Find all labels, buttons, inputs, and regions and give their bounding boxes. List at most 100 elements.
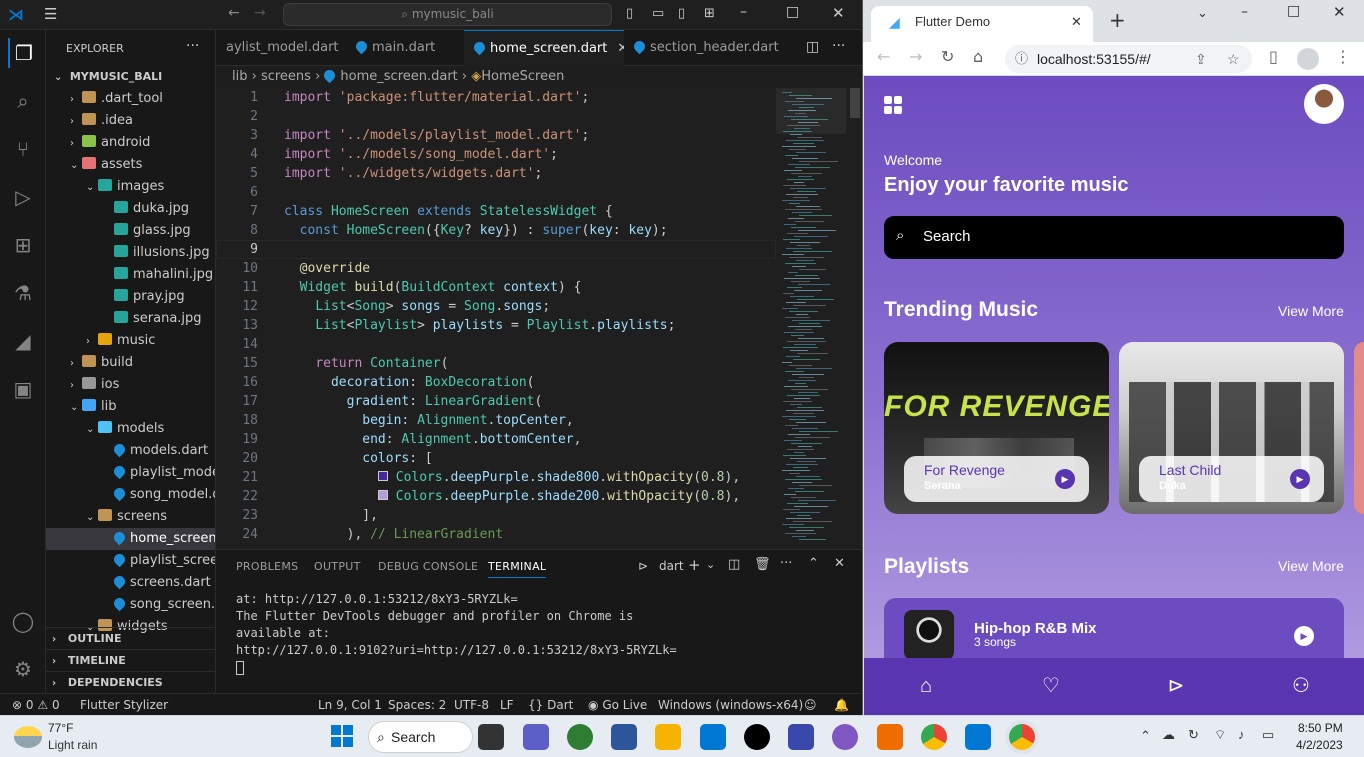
tree-item[interactable]: models.dart <box>46 440 215 462</box>
user-avatar[interactable] <box>1304 84 1344 124</box>
tree-item[interactable]: illusions.jpg <box>46 242 215 264</box>
extensions-icon[interactable]: ⊞ <box>8 230 38 260</box>
tree-item[interactable]: › music <box>46 330 215 352</box>
tree-item[interactable]: › .dart_tool <box>46 88 215 110</box>
more-actions-icon[interactable]: ··· <box>780 556 792 571</box>
feedback-icon[interactable]: ☺ <box>804 694 817 716</box>
app-icon[interactable] <box>788 724 814 750</box>
song-card[interactable]: FOR REVENGE For Revenge Serana ▶ <box>884 342 1109 514</box>
minimap[interactable] <box>776 88 846 548</box>
tree-item[interactable]: serana.jpg <box>46 308 215 330</box>
tab-main[interactable]: main.dart <box>346 30 464 66</box>
maximize-panel-icon[interactable]: ⌃ <box>808 556 819 571</box>
play-circle-icon[interactable]: ⊳ <box>1162 672 1190 700</box>
tree-item[interactable]: › .idea <box>46 110 215 132</box>
flutter-stylizer[interactable]: Flutter Stylizer <box>80 694 168 716</box>
editor-scrollbar[interactable] <box>850 88 860 118</box>
tree-item[interactable]: ⌄ lib <box>46 396 215 418</box>
tab-section-header[interactable]: section_header.dart <box>624 30 792 66</box>
tab-debug-console[interactable]: DEBUG CONSOLE <box>378 560 478 573</box>
tab-close-icon[interactable]: ✕ <box>1071 6 1082 38</box>
tree-item[interactable]: › ios <box>46 374 215 396</box>
tree-item[interactable]: › build <box>46 352 215 374</box>
home-icon[interactable]: ⌂ <box>912 672 940 700</box>
minimize-icon[interactable]: – <box>1241 4 1248 20</box>
vscode-icon[interactable] <box>965 724 991 750</box>
browser-tab[interactable]: ◢ Flutter Demo ✕ <box>871 6 1093 42</box>
timeline-section[interactable]: › TIMELINE <box>46 649 215 671</box>
project-root[interactable]: ⌄ MYMUSIC_BALI <box>46 66 215 88</box>
tiktok-icon[interactable] <box>744 724 770 750</box>
close-icon[interactable]: ✕ <box>1333 3 1346 21</box>
forward-arrow-icon[interactable]: → <box>254 5 266 21</box>
trash-icon[interactable]: 🗑 <box>754 557 771 572</box>
tree-item[interactable]: › android <box>46 132 215 154</box>
tab-playlist-model[interactable]: aylist_model.dart <box>216 30 346 66</box>
wifi-icon[interactable]: ⌔ <box>1214 727 1226 743</box>
tab-problems[interactable]: PROBLEMS <box>236 560 298 573</box>
heart-icon[interactable]: ♡ <box>1037 672 1065 700</box>
tree-item[interactable]: ⌄ screens <box>46 506 215 528</box>
app-icon[interactable] <box>832 724 858 750</box>
go-live[interactable]: ◉ Go Live <box>588 694 647 716</box>
maximize-icon[interactable]: □ <box>1287 3 1300 19</box>
tree-item[interactable]: song_model.dart <box>46 484 215 506</box>
customize-layout-icon[interactable]: ⊞ <box>704 6 715 21</box>
explorer-icon[interactable]: ❐ <box>8 38 38 68</box>
bell-icon[interactable]: 🔔 <box>834 694 849 716</box>
chevron-down-icon[interactable]: ⌄ <box>1197 6 1208 21</box>
minimize-icon[interactable]: – <box>740 4 747 20</box>
cursor-position[interactable]: Ln 9, Col 1 <box>318 694 382 716</box>
address-bar[interactable]: ⓘ localhost:53155/#/ ⇪ ☆ <box>1005 45 1252 73</box>
volume-icon[interactable]: ♪ <box>1238 727 1245 742</box>
toggle-secondary-sidebar-icon[interactable]: ▯ <box>678 6 685 21</box>
close-icon[interactable]: ✕ <box>832 4 845 22</box>
terminal-name[interactable]: dart <box>659 559 684 573</box>
command-center-search[interactable]: ⌕ mymusic_bali <box>283 3 612 26</box>
tree-item[interactable]: mahalini.jpg <box>46 264 215 286</box>
tree-item[interactable]: home_screen.d... <box>46 528 215 550</box>
chevron-down-icon[interactable]: ⌄ <box>706 558 715 571</box>
browser-app-icon[interactable] <box>567 724 593 750</box>
reload-icon[interactable]: ↻ <box>941 47 954 66</box>
back-arrow-icon[interactable]: ← <box>228 5 240 21</box>
maximize-icon[interactable]: □ <box>786 4 799 20</box>
source-control-icon[interactable]: ⑂ <box>8 134 38 164</box>
people-icon[interactable]: ⚇ <box>1287 672 1315 700</box>
dependencies-section[interactable]: › DEPENDENCIES <box>46 671 215 693</box>
tree-item[interactable]: duka.jpg <box>46 198 215 220</box>
battery-icon[interactable]: ▭ <box>1262 727 1274 743</box>
tree-item[interactable]: ⌄ images <box>46 176 215 198</box>
weather-temp[interactable]: 77°F <box>48 721 73 735</box>
play-icon[interactable]: ▶ <box>1294 626 1314 646</box>
file-explorer-icon[interactable] <box>655 724 681 750</box>
profile-avatar-icon[interactable] <box>1297 48 1319 70</box>
tab-output[interactable]: OUTPUT <box>314 560 361 573</box>
task-view-icon[interactable] <box>478 724 504 750</box>
indentation[interactable]: Spaces: 2 <box>388 694 446 716</box>
split-editor-icon[interactable]: ◫ <box>806 39 819 55</box>
bookmark-star-icon[interactable]: ☆ <box>1227 45 1240 73</box>
kebab-menu-icon[interactable]: ⋮ <box>1335 47 1351 66</box>
play-icon[interactable]: ▶ <box>1055 469 1075 489</box>
breadcrumb-item[interactable]: lib <box>232 69 247 84</box>
run-debug-icon[interactable]: ▷ <box>8 182 38 212</box>
search-icon[interactable]: ⌕ <box>8 86 38 116</box>
settings-gear-icon[interactable]: ⚙ <box>8 654 38 684</box>
breadcrumb-item[interactable]: home_screen.dart <box>340 69 457 84</box>
new-terminal-icon[interactable]: + <box>688 556 701 574</box>
tree-item[interactable]: playlist_screen.... <box>46 550 215 572</box>
network-activity-icon[interactable]: ☁ <box>1162 727 1175 743</box>
search-input[interactable]: ⌕ Search <box>884 216 1344 259</box>
word-icon[interactable] <box>611 724 637 750</box>
mail-icon[interactable] <box>700 724 726 750</box>
song-card[interactable]: Last Child Duka ▶ <box>1119 342 1344 514</box>
language-mode[interactable]: {} Dart <box>528 694 573 716</box>
eol[interactable]: LF <box>500 694 514 716</box>
close-panel-icon[interactable]: ✕ <box>834 556 845 571</box>
side-panel-icon[interactable]: ▯ <box>1269 47 1278 66</box>
trending-view-more[interactable]: View More <box>1278 303 1344 319</box>
tree-item[interactable]: pray.jpg <box>46 286 215 308</box>
teams-icon[interactable] <box>523 724 549 750</box>
weather-icon[interactable] <box>14 726 42 748</box>
